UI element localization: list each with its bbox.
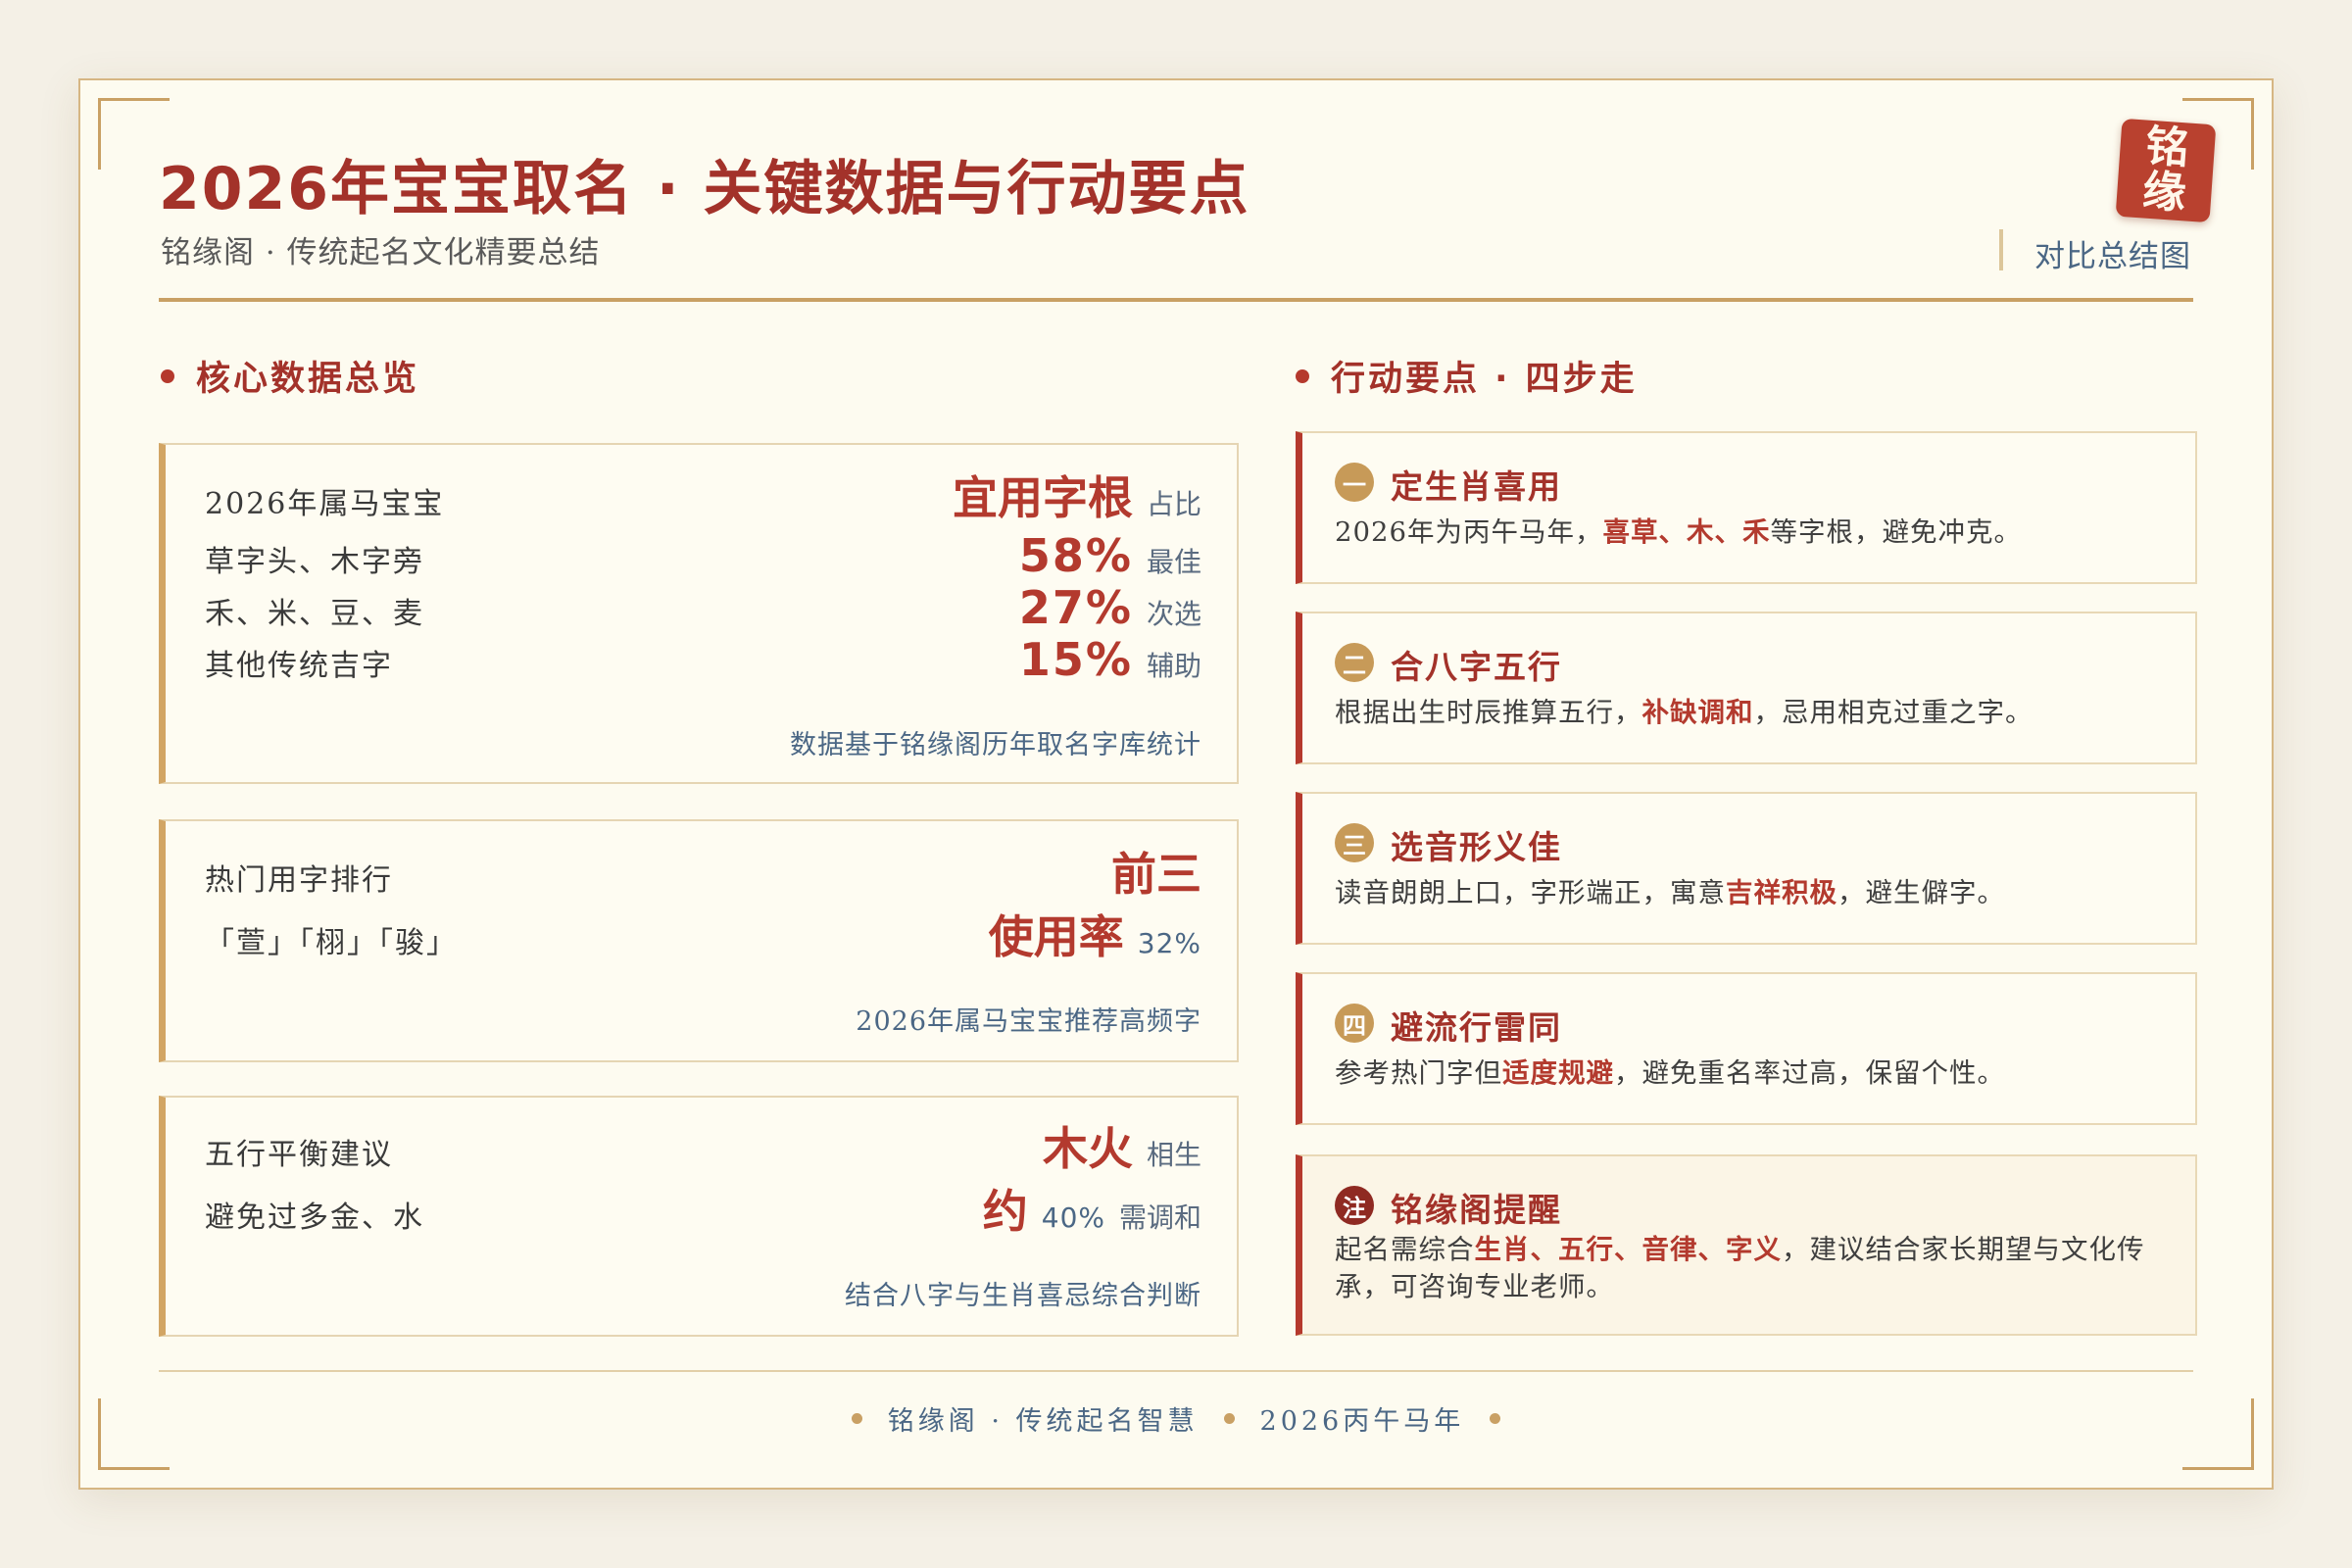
note-badge: 注 <box>1335 1186 1374 1225</box>
page-subtitle: 铭缘阁 · 传统起名文化精要总结 <box>161 235 601 270</box>
card-footnote: 2026年属马宝宝推荐高频字 <box>856 1006 1201 1037</box>
usage-rate-label: 使用率 <box>988 910 1124 963</box>
step-number-badge: 三 <box>1335 823 1374 862</box>
stat-row: 其他传统吉字 15% 辅助 <box>205 633 1201 686</box>
header-divider <box>1999 229 2003 270</box>
action-step-4: 四 避流行雷同 参考热门字但适度规避，避免重名率过高，保留个性。 <box>1296 972 2197 1125</box>
section-heading-text: 核心数据总览 <box>196 360 420 399</box>
section-heading-core-data: 核心数据总览 <box>161 351 419 401</box>
bullet-dot-icon <box>161 368 174 383</box>
seal-char-top: 铭 <box>2143 121 2191 174</box>
approx-value: 40% <box>1041 1201 1105 1234</box>
step-title: 定生肖喜用 <box>1391 467 1562 506</box>
reminder-title: 铭缘阁提醒 <box>1391 1191 1562 1229</box>
footer-dot-icon <box>851 1413 862 1424</box>
reminder-description: 起名需综合生肖、五行、音律、字义，建议结合家长期望与文化传承，可咨询专业老师。 <box>1335 1234 2145 1302</box>
step-number-badge: 四 <box>1335 1004 1374 1043</box>
action-step-3: 三 选音形义佳 读音朗朗上口，字形端正，寓意吉祥积极，避生僻字。 <box>1296 792 2197 945</box>
card-headline: 宜用字根 <box>952 471 1133 524</box>
stat-unit: 次选 <box>1146 598 1201 630</box>
step-title: 选音形义佳 <box>1391 828 1562 866</box>
step-description: 根据出生时辰推算五行，补缺调和，忌用相克过重之字。 <box>1335 697 2034 728</box>
data-card-radicals: 2026年属马宝宝 宜用字根 占比 草字头、木字旁 58% 最佳 禾、米、豆、麦… <box>159 443 1239 784</box>
footer-brand: 铭缘阁 · 传统起名智慧 <box>887 1406 1199 1437</box>
card-footnote: 数据基于铭缘阁历年取名字库统计 <box>790 730 1201 760</box>
card-label: 五行平衡建议 <box>205 1138 393 1172</box>
card-headline-unit: 相生 <box>1146 1139 1201 1171</box>
stat-label: 其他传统吉字 <box>205 649 393 683</box>
avoid-elements: 避免过多金、水 <box>205 1200 424 1235</box>
action-step-2: 二 合八字五行 根据出生时辰推算五行，补缺调和，忌用相克过重之字。 <box>1296 612 2197 764</box>
summary-panel: 2026年宝宝取名 · 关键数据与行动要点 铭缘阁 · 传统起名文化精要总结 对… <box>78 78 2274 1490</box>
card-headline: 木火 <box>1042 1122 1133 1175</box>
usage-rate-value: 32% <box>1137 927 1201 959</box>
page-title: 2026年宝宝取名 · 关键数据与行动要点 <box>159 155 1250 223</box>
brand-seal-stamp: 铭 缘 <box>2115 118 2217 223</box>
card-headline: 前三 <box>1111 848 1201 901</box>
stat-row: 草字头、木字旁 58% 最佳 <box>205 529 1201 582</box>
reminder-card: 注 铭缘阁提醒 起名需综合生肖、五行、音律、字义，建议结合家长期望与文化传承，可… <box>1296 1154 2197 1336</box>
step-number-badge: 一 <box>1335 463 1374 502</box>
footer-rule <box>159 1370 2193 1372</box>
card-label: 热门用字排行 <box>205 863 393 898</box>
footer-dot-icon <box>1490 1413 1501 1424</box>
stat-value: 15% <box>1018 633 1133 686</box>
popular-chars: 「萱」「栩」「骏」 <box>205 926 458 960</box>
section-heading-text: 行动要点 · 四步走 <box>1331 360 1638 399</box>
step-description: 2026年为丙午马年，喜草、木、禾等字根，避免冲克。 <box>1335 516 2022 548</box>
stat-value: 27% <box>1018 581 1133 634</box>
data-card-five-elements: 五行平衡建议 木火 相生 避免过多金、水 约 40% 需调和 结合八字与生肖喜忌… <box>159 1096 1239 1337</box>
seal-char-bottom: 缘 <box>2140 166 2188 220</box>
card-label: 2026年属马宝宝 <box>205 487 445 521</box>
section-heading-action-points: 行动要点 · 四步走 <box>1296 351 1638 401</box>
stat-value: 58% <box>1018 529 1133 582</box>
stat-label: 禾、米、豆、麦 <box>205 597 424 631</box>
step-description: 读音朗朗上口，字形端正，寓意吉祥积极，避生僻字。 <box>1335 877 2005 908</box>
card-headline-unit: 占比 <box>1146 488 1201 520</box>
step-title: 合八字五行 <box>1391 648 1562 686</box>
compare-summary-label: 对比总结图 <box>2034 239 2191 274</box>
data-card-popular-chars: 热门用字排行 前三 「萱」「栩」「骏」 使用率 32% 2026年属马宝宝推荐高… <box>159 819 1239 1062</box>
stat-row: 禾、米、豆、麦 27% 次选 <box>205 581 1201 634</box>
approx-unit: 需调和 <box>1118 1201 1201 1234</box>
footer-year: 2026丙午马年 <box>1259 1406 1465 1437</box>
footer: 铭缘阁 · 传统起名智慧 2026丙午马年 <box>80 1399 2272 1438</box>
step-title: 避流行雷同 <box>1391 1008 1562 1047</box>
approx-label: 约 <box>982 1185 1028 1238</box>
stat-label: 草字头、木字旁 <box>205 545 424 579</box>
bullet-dot-icon <box>1296 368 1309 383</box>
stat-unit: 最佳 <box>1146 546 1201 578</box>
stat-unit: 辅助 <box>1146 650 1201 682</box>
step-description: 参考热门字但适度规避，避免重名率过高，保留个性。 <box>1335 1057 2005 1089</box>
footer-dot-icon <box>1223 1413 1235 1424</box>
card-footnote: 结合八字与生肖喜忌综合判断 <box>845 1281 1201 1311</box>
step-number-badge: 二 <box>1335 643 1374 682</box>
header-rule <box>159 298 2193 302</box>
action-step-1: 一 定生肖喜用 2026年为丙午马年，喜草、木、禾等字根，避免冲克。 <box>1296 431 2197 584</box>
